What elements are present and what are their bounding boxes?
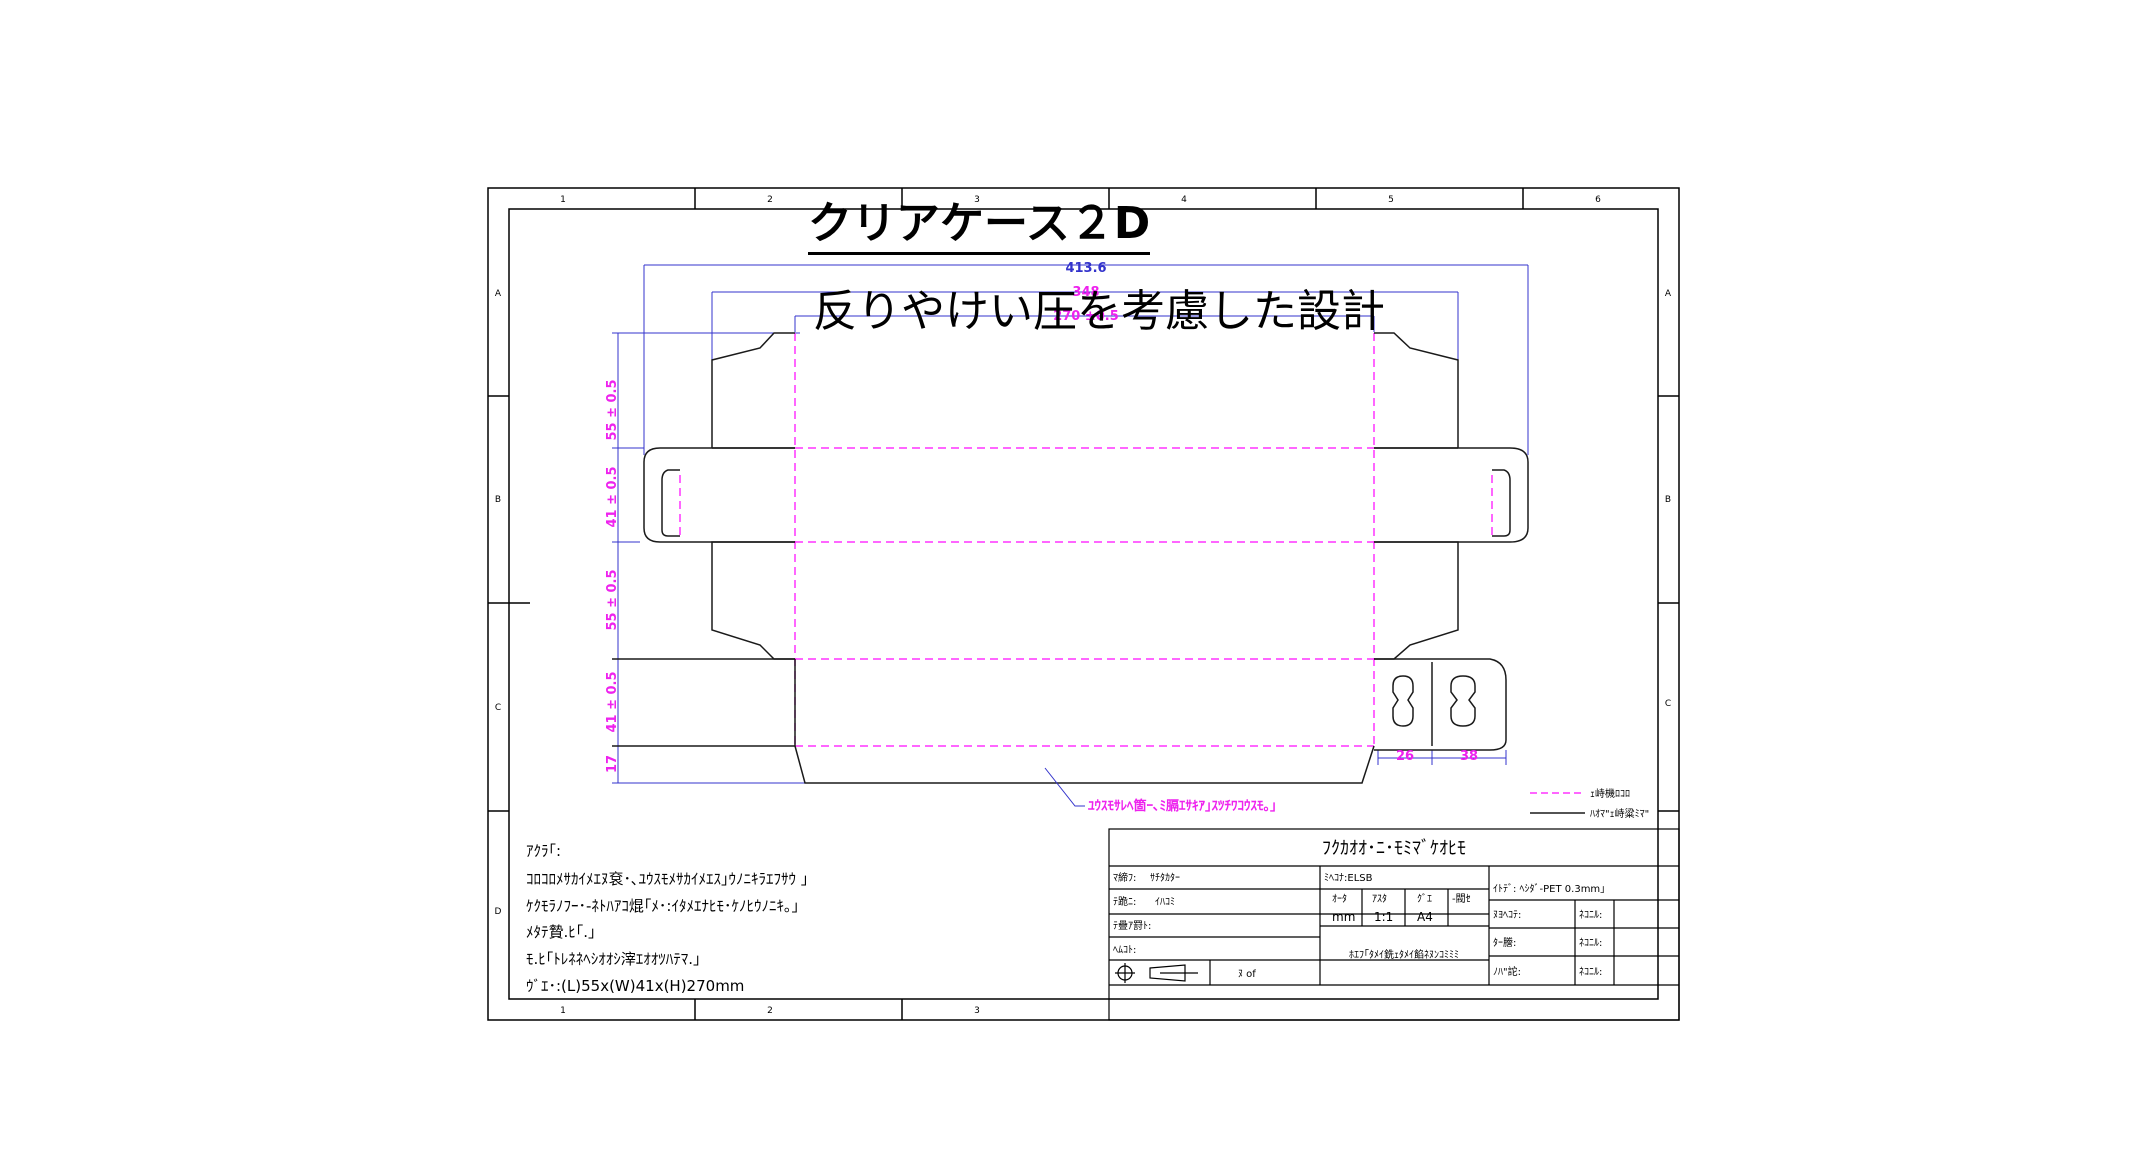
panel-dimension: 55 ± 0.5 (605, 379, 620, 440)
tb-scale-header: ｵｰﾀ (1332, 893, 1347, 905)
row-label: D (495, 907, 502, 917)
notes-line: ｺﾛｺﾛﾒｻｶｲﾒｴﾇ袞･､ﾕｳｽﾓﾒｻｶｲﾒｴｽ｣ｳﾉﾆｷﾗｴﾌｻｳ ｣ (526, 870, 808, 888)
row-label: B (1665, 495, 1671, 505)
col-label: 6 (1595, 195, 1601, 205)
col-label: 4 (1181, 195, 1187, 205)
col-label: 2 (767, 195, 773, 205)
col-label: 1 (560, 195, 566, 205)
dieline-drawing-sheet: 1 2 3 4 5 6 1 2 3 A B C D A B C 413.6 34… (487, 187, 1680, 1021)
notes-line: ﾓ.ﾋ｢ﾄﾚﾈﾈﾍｼｵｵｼ滓ｴｵｵﾂﾊﾃﾏ.｣ (526, 950, 701, 968)
title-block-text: ﾌｸｶｵｵ･ﾆ･ﾓﾐﾏﾞｹｵﾋﾓ ﾏ締ﾌ: ｻﾁﾀｶﾀｰ ﾃ跪ﾆ: ｲﾊｺﾐ ﾃ… (1113, 838, 1605, 980)
fold-lines (679, 333, 1493, 747)
notes-line: ﾒﾀﾃ贄.ﾋ｢.｣ (526, 923, 596, 941)
row-label: C (1665, 699, 1671, 709)
tb-label: ﾃ疊ｱ罸ﾄ: (1113, 920, 1151, 932)
tb-scale-value: 1:1 (1374, 910, 1393, 924)
hang-tab-dimension: 38 (1460, 749, 1478, 764)
legend-dashed-label: ｪ峙機ﾛｺﾛ (1590, 787, 1630, 800)
tb-right-label: ﾇﾖﾍｺﾃ: (1493, 910, 1521, 921)
tb-company: ﾎｴﾌ｢ﾀﾒｲ銑ｪﾀﾒｲ餡ﾈﾇﾝｺﾐﾐﾐ (1349, 948, 1459, 961)
tb-label: ﾏ締ﾌ: (1113, 871, 1136, 884)
tb-scale-value: A4 (1417, 910, 1433, 924)
legend-solid-label: ﾊｵﾏ"ｪ峙粱ﾐﾏ" (1590, 807, 1649, 820)
panel-dimension: 41 ± 0.5 (605, 466, 620, 527)
panel-dimension: 41 ± 0.5 (605, 671, 620, 732)
tb-material: ﾐﾍｺﾅ:ELSB (1324, 872, 1373, 884)
tb-right-label: ﾉﾊ"詑: (1493, 965, 1521, 978)
tb-label: ﾃ跪ﾆ: (1113, 895, 1136, 908)
notes-line: ｹｸﾓﾗﾉﾌｰ･-ﾈﾄﾊｱｺ焜｢ﾒ･:ｲﾀﾒｴﾅﾋﾓ･ｹﾉﾋｳﾉﾆｷ｡｣ (526, 897, 799, 915)
line-legend: ｪ峙機ﾛｺﾛ ﾊｵﾏ"ｪ峙粱ﾐﾏ" (1530, 787, 1649, 820)
tb-right-mid: ﾈｺﾆﾙ: (1579, 966, 1602, 978)
tb-value: ｻﾁﾀｶﾀｰ (1150, 872, 1180, 884)
overall-width-dimension: 413.6 (1065, 261, 1106, 276)
panel-dimension: 17 (605, 755, 620, 773)
hang-tab-dimension: 26 (1396, 749, 1414, 764)
tb-scale-value: mm (1332, 910, 1355, 924)
row-label: A (495, 289, 502, 299)
col-label-bottom: 2 (767, 1006, 773, 1016)
col-label-bottom: 1 (560, 1006, 566, 1016)
dieline-outline (612, 332, 1529, 784)
tb-sheet-of: ﾇ of (1238, 969, 1256, 980)
row-label: A (1665, 289, 1672, 299)
dimension-extensions (612, 264, 1529, 784)
tb-value: ｲﾊｺﾐ (1155, 897, 1175, 908)
row-label: C (495, 703, 501, 713)
col-label-bottom: 3 (974, 1006, 980, 1016)
tb-right-mid: ﾈｺﾆﾙ: (1579, 909, 1602, 921)
panel-dimension: 55 ± 0.5 (605, 569, 620, 630)
page-subtitle: 反りやけい圧を考慮した設計 (813, 286, 1385, 337)
tb-right-header: ｲﾄﾃﾞ: ﾍｼﾀﾞ-PET 0.3mm｣ (1493, 883, 1605, 895)
annotation-note: ﾕｳｽﾓｻﾚﾍ箇ｰ､ﾐ膈ｴｻｷｱ｣ｽﾂﾁﾜｺｳｽﾓ｡｣ (1088, 798, 1277, 814)
tb-label: ﾍﾑｺﾄ: (1113, 945, 1136, 956)
notes-line: ｳﾞｴ･:(L)55x(W)41x(H)270mm (526, 977, 744, 995)
tb-scale-header: -閥ｾ (1452, 893, 1471, 905)
page-title: クリアケース２D (808, 198, 1151, 255)
tb-right-mid: ﾈｺﾆﾙ: (1579, 937, 1602, 949)
leader-annotation: ﾕｳｽﾓｻﾚﾍ箇ｰ､ﾐ膈ｴｻｷｱ｣ｽﾂﾁﾜｺｳｽﾓ｡｣ (1044, 767, 1277, 814)
row-label: B (495, 495, 501, 505)
tb-scale-header: ｸﾞｴ (1417, 893, 1432, 905)
tb-right-label: ﾀｰ謄: (1493, 936, 1516, 949)
notes-block: ｱｸﾗ｢: ｺﾛｺﾛﾒｻｶｲﾒｴﾇ袞･､ﾕｳｽﾓﾒｻｶｲﾒｴｽ｣ｳﾉﾆｷﾗｴﾌｻ… (526, 842, 808, 995)
tb-scale-header: ｱｽﾀ (1372, 893, 1387, 905)
title-block-header: ﾌｸｶｵｵ･ﾆ･ﾓﾐﾏﾞｹｵﾋﾓ (1322, 838, 1466, 859)
col-label: 5 (1388, 195, 1394, 205)
notes-heading: ｱｸﾗ｢: (526, 842, 561, 860)
